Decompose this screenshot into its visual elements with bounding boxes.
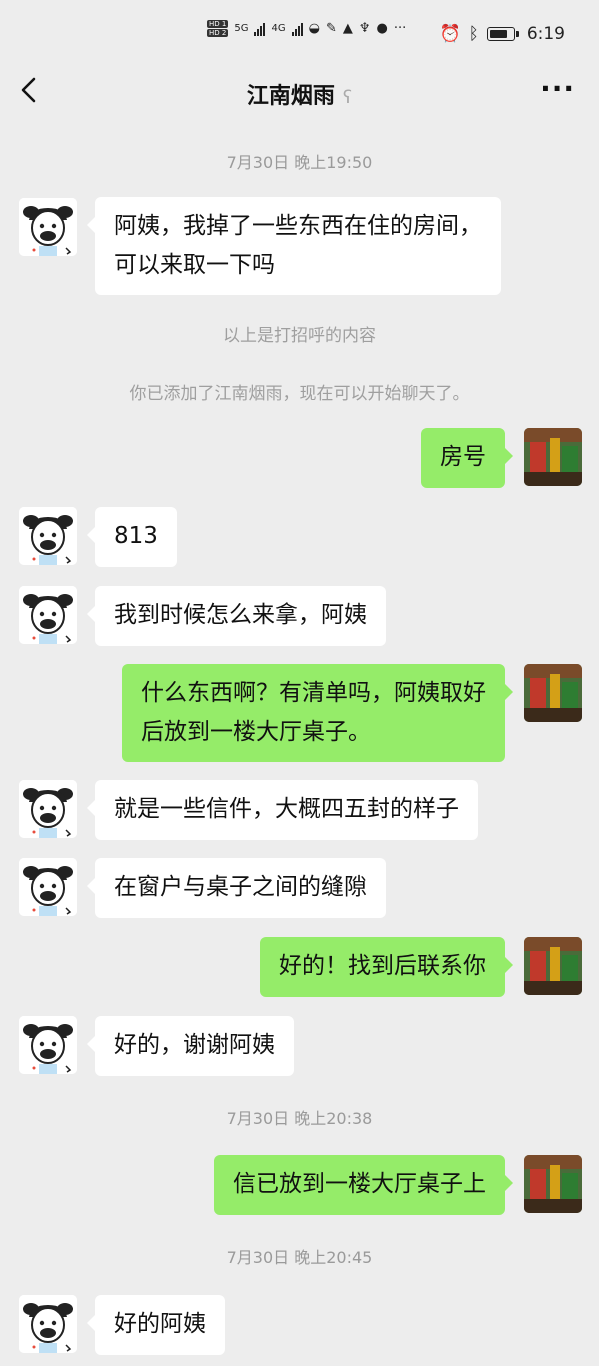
hd-indicator: HD 1 HD 2 xyxy=(207,20,229,37)
avatar[interactable] xyxy=(19,198,77,256)
message-bubble-sent[interactable]: 什么东西啊？有清单吗，阿姨取好 后放到一楼大厅桌子。 xyxy=(122,664,513,762)
message-text: 813 xyxy=(114,523,158,549)
message-text: 阿姨，我掉了一些东西在住的房间， xyxy=(114,213,482,239)
timestamp: 7月30日 晚上20:45 xyxy=(226,1248,373,1267)
chat-title-wrap: 江南烟雨 ʕ xyxy=(0,78,599,110)
avatar[interactable] xyxy=(19,507,77,565)
cartoon-face-icon xyxy=(19,1016,77,1074)
hd1-badge: HD 1 xyxy=(207,20,229,28)
message-bubble-received[interactable]: 阿姨，我掉了一些东西在住的房间， 可以来取一下吗 xyxy=(87,197,501,295)
avatar[interactable] xyxy=(524,664,582,722)
message-bubble-sent[interactable]: 好的！找到后联系你 xyxy=(260,937,513,997)
signal-icon-2 xyxy=(291,22,303,36)
message-text: 可以来取一下吗 xyxy=(114,252,275,278)
wechat-notification-icon: ◒ xyxy=(308,21,320,36)
message-bubble-received[interactable]: 好的阿姨 xyxy=(87,1295,225,1355)
hd2-badge: HD 2 xyxy=(207,29,229,37)
bluetooth-icon: ᛒ xyxy=(468,24,479,44)
photo-avatar-icon xyxy=(524,428,582,486)
message-text: 好的，谢谢阿姨 xyxy=(114,1032,275,1058)
message-text: 在窗户与桌子之间的缝隙 xyxy=(114,874,367,900)
ear-icon: ʕ xyxy=(342,86,353,108)
status-right: ⏰ ᛒ 6:19 xyxy=(439,24,565,44)
trophy-notification-icon: ♆ xyxy=(358,21,371,36)
more-notifications-icon: ··· xyxy=(393,21,407,36)
system-message: 你已添加了江南烟雨，现在可以开始聊天了。 xyxy=(129,384,470,404)
chat-header: 江南烟雨 ʕ ··· xyxy=(0,68,599,118)
message-bubble-sent[interactable]: 信已放到一楼大厅桌子上 xyxy=(214,1155,513,1215)
avatar[interactable] xyxy=(19,858,77,916)
cartoon-face-icon xyxy=(19,1295,77,1353)
message-bubble-sent[interactable]: 房号 xyxy=(421,428,513,488)
message-bubble-received[interactable]: 我到时候怎么来拿，阿姨 xyxy=(87,586,386,646)
message-bubble-received[interactable]: 就是一些信件，大概四五封的样子 xyxy=(87,780,478,840)
message-text: 什么东西啊？有清单吗，阿姨取好 xyxy=(141,680,486,706)
avatar[interactable] xyxy=(524,937,582,995)
message-text: 房号 xyxy=(440,444,486,470)
message-text: 我到时候怎么来拿，阿姨 xyxy=(114,602,367,628)
clock: 6:19 xyxy=(526,24,565,44)
qq-notification-icon: ▲ xyxy=(342,21,353,36)
message-text: 好的！找到后联系你 xyxy=(279,953,486,979)
photo-avatar-icon xyxy=(524,937,582,995)
message-text: 好的阿姨 xyxy=(114,1311,206,1337)
message-text: 信已放到一楼大厅桌子上 xyxy=(233,1171,486,1197)
network-5g-label: 5G xyxy=(234,23,249,34)
cartoon-face-icon xyxy=(19,507,77,565)
message-text: 后放到一楼大厅桌子。 xyxy=(141,719,371,745)
system-message: 以上是打招呼的内容 xyxy=(223,326,376,346)
app-notification-icon: ✎ xyxy=(325,21,337,36)
timestamp: 7月30日 晚上20:38 xyxy=(226,1109,373,1128)
cartoon-face-icon xyxy=(19,586,77,644)
alarm-icon: ⏰ xyxy=(439,24,461,44)
network-4g-label: 4G xyxy=(271,23,286,34)
battery-icon xyxy=(486,27,519,41)
avatar[interactable] xyxy=(19,780,77,838)
photo-avatar-icon xyxy=(524,664,582,722)
cartoon-face-icon xyxy=(19,858,77,916)
message-text: 就是一些信件，大概四五封的样子 xyxy=(114,796,459,822)
avatar[interactable] xyxy=(19,1295,77,1353)
cartoon-face-icon xyxy=(19,780,77,838)
status-left: HD 1 HD 2 5G 4G ◒ ✎ ▲ ♆ ● ··· xyxy=(207,20,406,37)
signal-icon xyxy=(254,22,266,36)
message-bubble-received[interactable]: 在窗户与桌子之间的缝隙 xyxy=(87,858,386,918)
message-bubble-received[interactable]: 好的，谢谢阿姨 xyxy=(87,1016,294,1076)
status-bar: HD 1 HD 2 5G 4G ◒ ✎ ▲ ♆ ● ··· ⏰ ᛒ 6:19 xyxy=(0,0,599,68)
timestamp: 7月30日 晚上19:50 xyxy=(226,153,373,172)
photo-avatar-icon xyxy=(524,1155,582,1213)
chat-title[interactable]: 江南烟雨 xyxy=(247,84,335,109)
avatar[interactable] xyxy=(19,586,77,644)
more-dots-icon[interactable]: ··· xyxy=(540,72,575,105)
avatar[interactable] xyxy=(19,1016,77,1074)
avatar[interactable] xyxy=(524,1155,582,1213)
cartoon-face-icon xyxy=(19,198,77,256)
message-bubble-received[interactable]: 813 xyxy=(87,507,177,567)
avatar[interactable] xyxy=(524,428,582,486)
message-notification-icon: ● xyxy=(376,21,388,36)
